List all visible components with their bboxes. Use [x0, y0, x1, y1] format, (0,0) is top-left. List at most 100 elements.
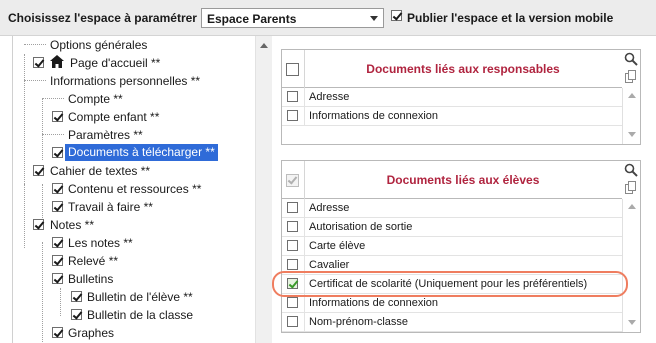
tree-item-parametres[interactable]: Paramètres ** [13, 126, 253, 144]
space-select-value: Espace Parents [207, 12, 297, 26]
scroll-up-arrow-icon[interactable] [628, 204, 636, 209]
row-checkbox[interactable] [287, 316, 298, 327]
list-item[interactable]: Autorisation de sortie [282, 218, 622, 237]
copy-icon[interactable] [625, 181, 637, 195]
tree-item-checkbox[interactable] [52, 255, 63, 266]
tree-item-label: Documents à télécharger ** [65, 144, 218, 161]
panel-header: Documents liés aux responsables [282, 50, 622, 88]
tree-item-checkbox[interactable] [71, 291, 82, 302]
tree-item-label: Travail à faire ** [68, 200, 153, 214]
tree-item-les-notes[interactable]: Les notes ** [13, 234, 253, 252]
space-selector-bar: Choisissez l'espace à paramétrer Espace … [0, 0, 656, 36]
row-label: Adresse [309, 91, 350, 103]
tree-item-label: Bulletins [68, 272, 114, 286]
tree-item-bulletins[interactable]: Bulletins [13, 270, 253, 288]
list-item[interactable]: Nom-prénom-classe [282, 313, 622, 332]
tree-item-cahier-de-textes[interactable]: Cahier de textes ** [13, 162, 253, 180]
tree-item-checkbox[interactable] [52, 183, 63, 194]
tree-item-checkbox[interactable] [52, 111, 63, 122]
publish-checkbox[interactable] [391, 10, 402, 21]
tree-item-checkbox[interactable] [52, 237, 63, 248]
tree-item-label: Relevé ** [68, 254, 119, 268]
copy-icon[interactable] [625, 70, 637, 84]
panel-scrollbar[interactable] [622, 88, 640, 144]
tree-item-checkbox[interactable] [33, 219, 44, 230]
tree-item-label: Bulletin de la classe [87, 308, 194, 322]
tree-item-checkbox[interactable] [71, 309, 82, 320]
panel-title: Documents liés aux responsables [366, 62, 560, 76]
panel-documents-responsables: Documents liés aux responsables Adresse … [281, 49, 641, 145]
tree-item-compte[interactable]: Compte ** [13, 90, 253, 108]
tree-item-label: Graphes [68, 326, 115, 340]
row-label: Carte élève [309, 240, 366, 252]
tree-item-page-accueil[interactable]: Page d'accueil ** [13, 54, 253, 72]
scroll-down-arrow-icon[interactable] [628, 320, 636, 325]
panel-scrollbar[interactable] [622, 199, 640, 332]
tree-item-label: Notes ** [50, 218, 95, 232]
tree-item-compte-enfant[interactable]: Compte enfant ** [13, 108, 253, 126]
row-label: Informations de connexion [309, 297, 439, 309]
space-selector-label: Choisissez l'espace à paramétrer [8, 11, 197, 25]
row-label: Adresse [309, 202, 350, 214]
home-icon [50, 55, 64, 68]
panel-title: Documents liés aux élèves [386, 173, 540, 187]
tree-item-label: Informations personnelles ** [50, 74, 201, 88]
tree-item-checkbox[interactable] [52, 147, 63, 158]
tree-item-label: Les notes ** [68, 236, 133, 250]
tree-item-contenu-et-ressources[interactable]: Contenu et ressources ** [13, 180, 253, 198]
tree-item-label: Cahier de textes ** [50, 164, 151, 178]
tree-item-graphes[interactable]: Graphes [13, 324, 253, 342]
tree-item-releve[interactable]: Relevé ** [13, 252, 253, 270]
list-item[interactable]: Carte élève [282, 237, 622, 256]
tree-item-label: Paramètres ** [68, 128, 143, 142]
tree-item-bulletin-eleve[interactable]: Bulletin de l'élève ** [13, 288, 253, 306]
row-checkbox[interactable] [287, 202, 298, 213]
row-label: Nom-prénom-classe [309, 316, 409, 328]
panel-tools [622, 50, 640, 88]
row-label: Autorisation de sortie [309, 221, 413, 233]
tree-scrollbar[interactable] [255, 36, 272, 343]
tree-item-documents-a-telecharger[interactable]: Documents à télécharger ** [13, 144, 253, 162]
tree-item-label: Contenu et ressources ** [68, 182, 202, 196]
list-item[interactable]: Adresse [282, 199, 622, 218]
row-label: Cavalier [309, 259, 350, 271]
panel-header: Documents liés aux élèves [282, 161, 622, 199]
tree-item-checkbox[interactable] [52, 327, 63, 338]
search-icon[interactable] [624, 163, 638, 177]
row-checkbox[interactable] [287, 240, 298, 251]
row-checkbox[interactable] [287, 110, 298, 121]
tree-item-checkbox[interactable] [33, 165, 44, 176]
tree-item-label: Compte enfant ** [68, 110, 160, 124]
tree-item-checkbox[interactable] [33, 57, 44, 68]
select-all-checkbox[interactable] [286, 63, 299, 76]
tree-item-informations-personnelles[interactable]: Informations personnelles ** [13, 72, 253, 90]
tree-item-travail-a-faire[interactable]: Travail à faire ** [13, 198, 253, 216]
row-label: Informations de connexion [309, 110, 439, 122]
scroll-up-arrow-icon[interactable] [628, 93, 636, 98]
row-checkbox[interactable] [287, 297, 298, 308]
panel-documents-eleves: Documents liés aux élèves Adresse Autori… [281, 160, 641, 333]
tree-item-label: Bulletin de l'élève ** [87, 290, 193, 304]
scroll-down-arrow-icon[interactable] [628, 132, 636, 137]
tree-item-bulletin-classe[interactable]: Bulletin de la classe [13, 306, 253, 324]
row-checkbox[interactable] [287, 259, 298, 270]
publish-label: Publier l'espace et la version mobile [407, 11, 614, 25]
tree-item-checkbox[interactable] [52, 201, 63, 212]
row-checkbox[interactable] [287, 91, 298, 102]
tree-item-checkbox[interactable] [52, 273, 63, 284]
panel-tools [622, 161, 640, 199]
list-item[interactable]: Informations de connexion [282, 107, 622, 126]
list-item[interactable]: Adresse [282, 88, 622, 107]
tree-item-label: Options générales [50, 38, 148, 52]
tree-item-notes[interactable]: Notes ** [13, 216, 253, 234]
settings-tree: Options générales Page d'accueil ** Info… [12, 36, 272, 343]
space-select[interactable]: Espace Parents [201, 8, 384, 28]
chevron-down-icon [370, 16, 378, 21]
row-checkbox[interactable] [287, 221, 298, 232]
tree-item-label: Page d'accueil ** [70, 56, 161, 70]
highlight-annotation [272, 271, 628, 297]
search-icon[interactable] [624, 52, 638, 66]
select-all-checkbox[interactable] [286, 174, 299, 187]
tree-item-options-generales[interactable]: Options générales [13, 36, 253, 54]
scroll-up-arrow-icon[interactable] [260, 43, 268, 48]
